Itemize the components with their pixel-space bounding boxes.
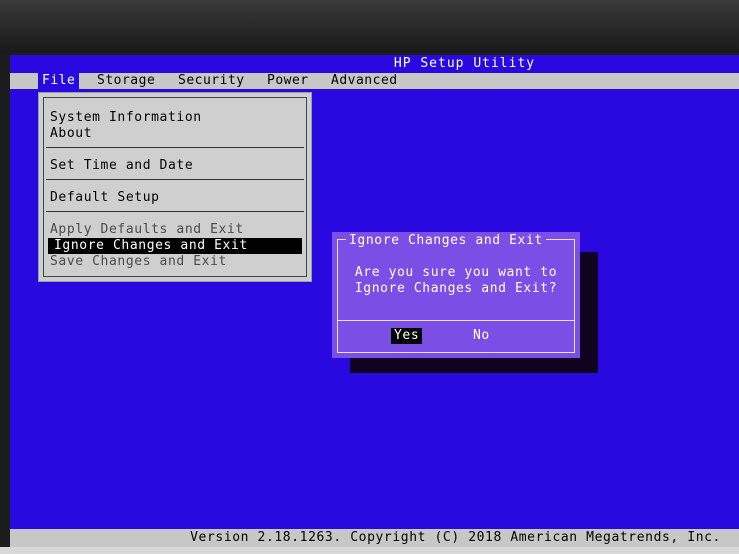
menu-separator xyxy=(46,211,304,212)
dialog-message-line1: Are you sure you want to xyxy=(354,265,558,280)
version-status-bar: Version 2.18.1263. Copyright (C) 2018 Am… xyxy=(10,529,739,547)
monitor-bezel-bottom xyxy=(0,547,739,554)
menu-advanced[interactable]: Advanced xyxy=(327,73,402,89)
file-dropdown-menu: System Information About Set Time and Da… xyxy=(38,92,312,282)
dialog-message-line2: Ignore Changes and Exit? xyxy=(354,281,558,296)
menu-separator xyxy=(46,147,304,148)
monitor-bezel-top xyxy=(0,0,739,52)
menu-item-set-time-and-date[interactable]: Set Time and Date xyxy=(50,158,193,174)
no-button[interactable]: No xyxy=(470,328,493,344)
menu-item-default-setup[interactable]: Default Setup xyxy=(50,190,160,206)
dialog-separator xyxy=(337,320,575,321)
menu-bar: File Storage Security Power Advanced xyxy=(10,73,739,89)
menu-item-about[interactable]: About xyxy=(50,126,92,142)
menu-separator xyxy=(46,179,304,180)
dialog-title: Ignore Changes and Exit xyxy=(346,232,546,250)
confirm-dialog: Ignore Changes and Exit Are you sure you… xyxy=(332,232,580,358)
menu-power[interactable]: Power xyxy=(263,73,313,89)
file-dropdown-frame: System Information About Set Time and Da… xyxy=(43,97,307,277)
menu-item-apply-defaults-and-exit[interactable]: Apply Defaults and Exit xyxy=(50,222,244,238)
yes-button[interactable]: Yes xyxy=(391,328,423,344)
app-title: HP Setup Utility xyxy=(393,56,536,71)
bios-screen: HP Setup Utility File Storage Security P… xyxy=(10,55,739,547)
menu-file[interactable]: File xyxy=(38,73,80,89)
menu-storage[interactable]: Storage xyxy=(93,73,159,89)
menu-item-save-changes-and-exit[interactable]: Save Changes and Exit xyxy=(50,254,227,270)
menu-item-system-information[interactable]: System Information xyxy=(50,110,202,126)
menu-security[interactable]: Security xyxy=(174,73,249,89)
menu-item-ignore-changes-and-exit[interactable]: Ignore Changes and Exit xyxy=(48,238,302,254)
